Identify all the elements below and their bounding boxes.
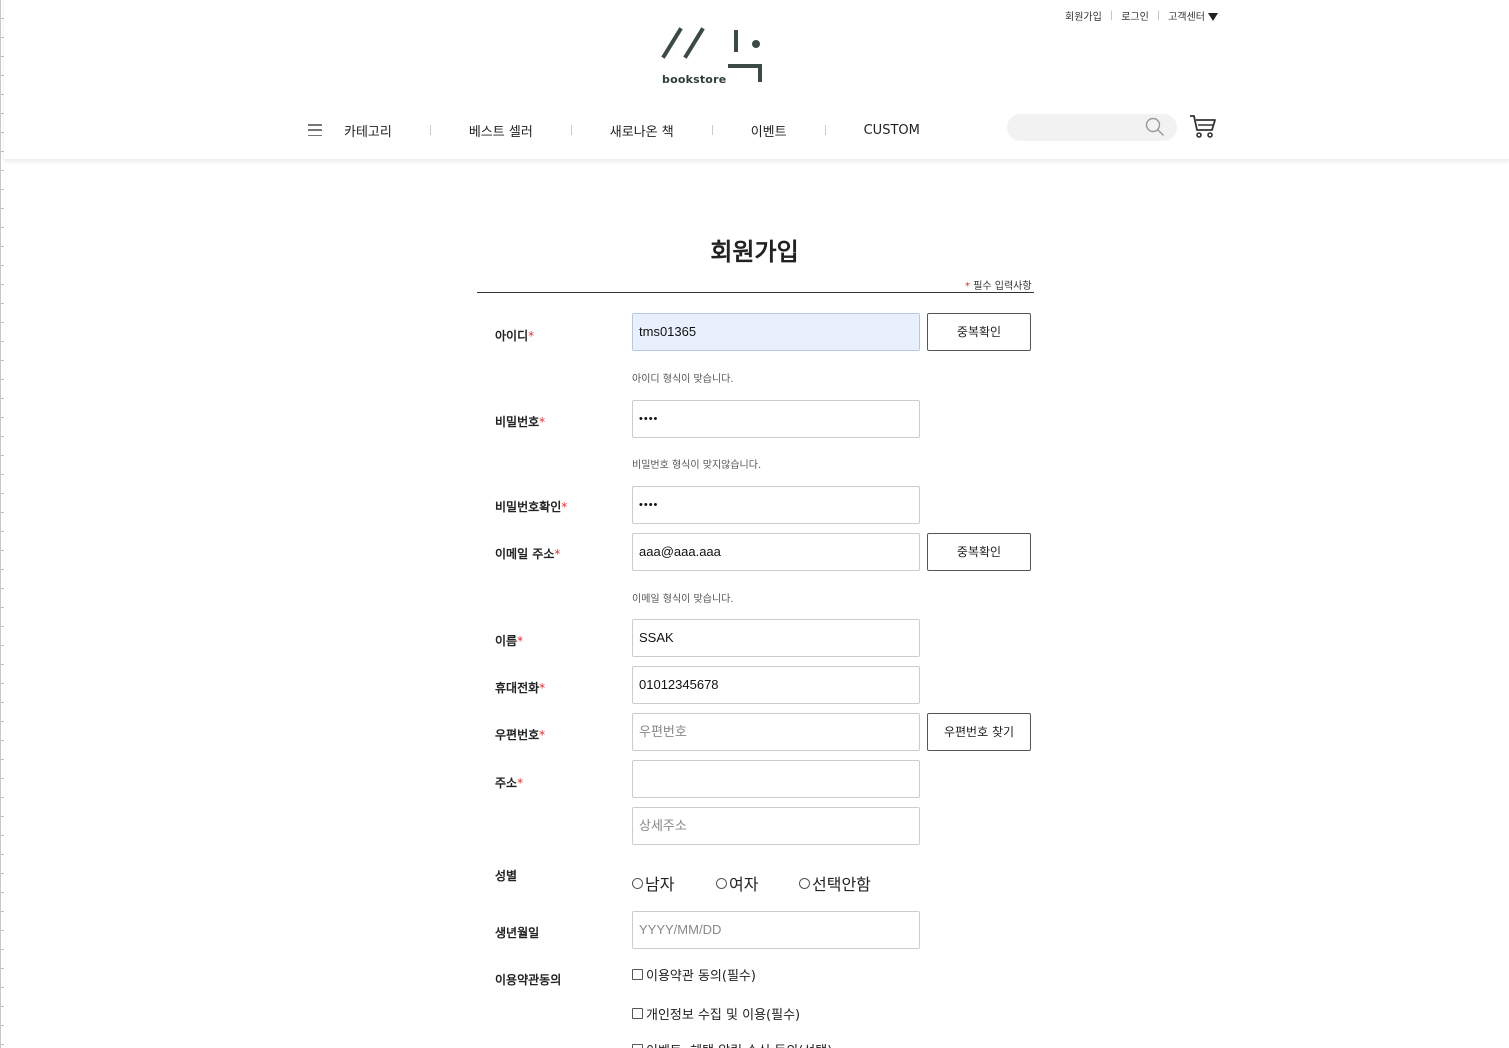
- required-star: *: [517, 634, 524, 648]
- required-star: *: [539, 728, 546, 742]
- phone-label-text: 휴대전화: [495, 681, 540, 695]
- checkbox-icon: [632, 1008, 643, 1019]
- nav-separator: [824, 125, 826, 135]
- id-hint: 아이디 형식이 맞습니다.: [632, 374, 734, 385]
- hamburger-menu-icon[interactable]: [308, 124, 322, 136]
- page-title: 회원가입: [710, 238, 799, 266]
- terms-label: 이용약관동의: [495, 973, 562, 987]
- signup-link[interactable]: 회원가입: [1065, 8, 1102, 23]
- nav-separator: [711, 125, 713, 135]
- link-separator: |: [1156, 10, 1161, 21]
- radio-circle-icon: [716, 877, 727, 889]
- nav-item-category[interactable]: 카테고리: [344, 121, 392, 140]
- address-label-text: 주소: [495, 776, 518, 790]
- gender-option-label: 여자: [729, 875, 759, 894]
- id-input[interactable]: tms01365: [632, 313, 920, 351]
- address-detail-placeholder: 상세주소: [639, 818, 687, 833]
- address-input[interactable]: [632, 760, 920, 798]
- terms-item-label: 이벤트, 혜택 알림 수신 동의(선택): [646, 1040, 832, 1048]
- email-duplicate-check-button[interactable]: 중복확인: [927, 533, 1031, 571]
- id-label: 아이디*: [495, 327, 534, 344]
- nav-separator: [429, 125, 431, 135]
- gender-label: 성별: [495, 869, 518, 883]
- terms-checkbox-marketing[interactable]: 이벤트, 혜택 알림 수신 동의(선택): [632, 1040, 832, 1048]
- email-input[interactable]: aaa@aaa.aaa: [632, 533, 920, 571]
- terms-item-label: 개인정보 수집 및 이용(필수): [646, 1008, 801, 1023]
- postcode-label: 우편번호*: [495, 726, 545, 743]
- required-star: *: [517, 776, 524, 790]
- terms-checkbox-privacy[interactable]: 개인정보 수집 및 이용(필수): [632, 1004, 800, 1023]
- terms-item-label: 이용약관 동의(필수): [646, 969, 756, 984]
- gender-radio-female[interactable]: 여자: [716, 871, 758, 895]
- phone-label: 휴대전화*: [495, 679, 545, 696]
- postcode-placeholder: 우편번호: [639, 724, 687, 739]
- logo-brand-text: bookstore: [662, 73, 727, 86]
- required-note: * 필수 입력사항: [965, 277, 1032, 292]
- checkbox-icon: [632, 969, 643, 980]
- birth-input[interactable]: YYYY/MM/DD: [632, 911, 920, 949]
- birth-placeholder: YYYY/MM/DD: [639, 922, 722, 937]
- address-label: 주소*: [495, 774, 523, 791]
- terms-checkbox-service[interactable]: 이용약관 동의(필수): [632, 965, 756, 984]
- gender-radio-male[interactable]: 남자: [632, 871, 674, 895]
- password-confirm-label: 비밀번호확인*: [495, 498, 567, 515]
- required-star: *: [539, 415, 546, 429]
- required-note-text: 필수 입력사항: [973, 281, 1032, 292]
- customer-center-link[interactable]: 고객센터: [1168, 8, 1218, 23]
- nav-separator: [570, 125, 572, 135]
- password-input[interactable]: ••••: [632, 400, 920, 438]
- login-link[interactable]: 로그인: [1121, 8, 1149, 23]
- gender-radio-none[interactable]: 선택안함: [799, 871, 871, 895]
- id-label-text: 아이디: [495, 329, 529, 343]
- nav-item-new-books[interactable]: 새로나온 책: [610, 121, 674, 140]
- password-confirm-label-text: 비밀번호확인: [495, 500, 562, 514]
- postcode-label-text: 우편번호: [495, 728, 540, 742]
- search-icon[interactable]: [1145, 117, 1165, 137]
- birth-label: 생년월일: [495, 926, 540, 940]
- address-detail-input[interactable]: 상세주소: [632, 807, 920, 845]
- nav-item-event[interactable]: 이벤트: [751, 121, 787, 140]
- password-label: 비밀번호*: [495, 413, 545, 430]
- required-star: *: [528, 329, 535, 343]
- nav-item-bestseller[interactable]: 베스트 셀러: [469, 121, 533, 140]
- customer-center-label: 고객센터: [1168, 12, 1205, 23]
- site-header: 회원가입 | 로그인 | 고객센터 bookstore 카테고리 베스트 셀러 …: [4, 0, 1509, 160]
- name-label: 이름*: [495, 632, 523, 649]
- site-logo[interactable]: bookstore: [660, 22, 766, 90]
- top-links: 회원가입 | 로그인 | 고객센터: [1065, 8, 1218, 23]
- phone-input[interactable]: 01012345678: [632, 666, 920, 704]
- postcode-input[interactable]: 우편번호: [632, 713, 920, 751]
- name-input[interactable]: SSAK: [632, 619, 920, 657]
- link-separator: |: [1109, 10, 1114, 21]
- radio-circle-icon: [799, 877, 810, 889]
- gender-option-label: 선택안함: [812, 875, 871, 894]
- required-star: *: [561, 500, 568, 514]
- find-postcode-button[interactable]: 우편번호 찾기: [927, 713, 1031, 751]
- email-label: 이메일 주소*: [495, 545, 560, 562]
- password-label-text: 비밀번호: [495, 415, 540, 429]
- id-duplicate-check-button[interactable]: 중복확인: [927, 313, 1031, 351]
- caret-down-icon: [1207, 13, 1218, 21]
- password-hint: 비밀번호 형식이 맞지않습니다.: [632, 460, 762, 471]
- email-label-text: 이메일 주소: [495, 547, 555, 561]
- gender-option-label: 남자: [645, 875, 675, 894]
- nav-item-custom[interactable]: CUSTOM: [864, 123, 920, 138]
- email-hint: 이메일 형식이 맞습니다.: [632, 594, 734, 605]
- radio-circle-icon: [632, 877, 643, 889]
- name-label-text: 이름: [495, 634, 518, 648]
- required-star: *: [965, 281, 970, 292]
- password-confirm-input[interactable]: ••••: [632, 486, 920, 524]
- checkbox-icon: [632, 1044, 643, 1048]
- title-divider: [477, 292, 1034, 293]
- main-nav: 카테고리 베스트 셀러 새로나온 책 이벤트 CUSTOM: [308, 118, 920, 142]
- required-star: *: [554, 547, 561, 561]
- required-star: *: [539, 681, 546, 695]
- cart-icon[interactable]: [1189, 113, 1217, 139]
